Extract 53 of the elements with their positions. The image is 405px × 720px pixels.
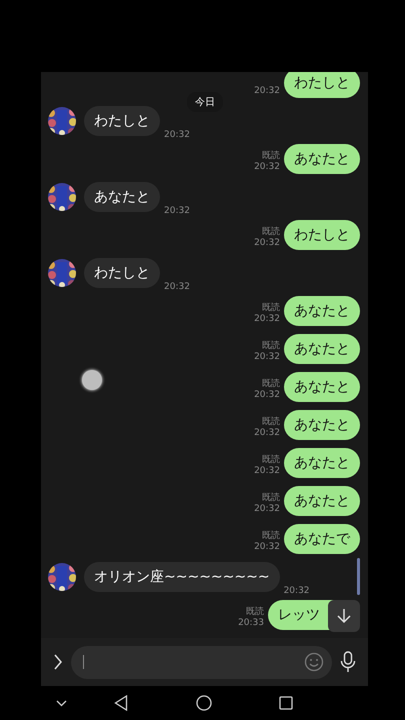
message-bubble: あなたで [284,524,360,554]
scroll-thumb[interactable] [357,558,360,595]
message-bubble: わたしと [84,106,160,136]
message-time: 20:32 [164,130,190,140]
read-receipt: 既読 [246,607,264,618]
message-bubble: わたしと [84,258,160,288]
read-receipt: 既読 [262,379,280,390]
read-receipt: 既読 [262,455,280,466]
message-input[interactable] [71,646,332,678]
expand-icon[interactable] [53,654,63,670]
read-receipt: 既読 [262,531,280,542]
read-receipt: 既読 [262,303,280,314]
message-time: 20:32 [254,466,280,477]
chevron-down-icon[interactable] [56,700,67,706]
message-bubble: あなたと [284,410,360,440]
message-bubble: わたしと [284,72,360,98]
message-time: 20:32 [164,282,190,292]
home-icon[interactable] [196,695,212,711]
message-time: 20:32 [254,162,280,173]
text-cursor-icon [83,655,85,669]
message-bubble: あなたと [84,182,160,212]
read-receipt: 既読 [262,341,280,352]
message-time: 20:32 [254,390,280,401]
message-bubble: あなたと [284,334,360,364]
read-receipt: 既読 [262,417,280,428]
read-receipt: 既読 [262,151,280,162]
message-time: 20:32 [254,428,280,439]
message-time: 20:32 [254,352,280,363]
back-icon[interactable] [114,695,128,711]
message-bubble: あなたと [284,296,360,326]
read-receipt: 既読 [262,493,280,504]
emoji-icon[interactable] [304,652,324,672]
message-time: 20:32 [284,586,310,596]
down-arrow-icon [336,608,352,624]
touch-indicator [82,370,102,390]
message-bubble: あなたと [284,144,360,174]
message-time: 20:32 [254,238,280,249]
message-time: 20:32 [164,206,190,216]
read-receipt: 既読 [262,227,280,238]
recents-icon[interactable] [279,696,293,710]
message-time: 20:32 [254,542,280,553]
message-time: 20:32 [254,86,280,97]
message-bubble: あなたと [284,486,360,516]
message-bubble: オリオン座~~~~~~~~~ [84,562,280,592]
message-time: 20:32 [254,504,280,515]
message-time: 20:32 [254,314,280,325]
date-label: 今日 [187,92,223,112]
microphone-icon[interactable] [340,651,356,673]
message-bubble: あなたと [284,372,360,402]
message-time: 20:33 [238,618,264,629]
message-bubble: あなたと [284,448,360,478]
scroll-down-button[interactable] [328,600,360,632]
message-bubble: わたしと [284,220,360,250]
